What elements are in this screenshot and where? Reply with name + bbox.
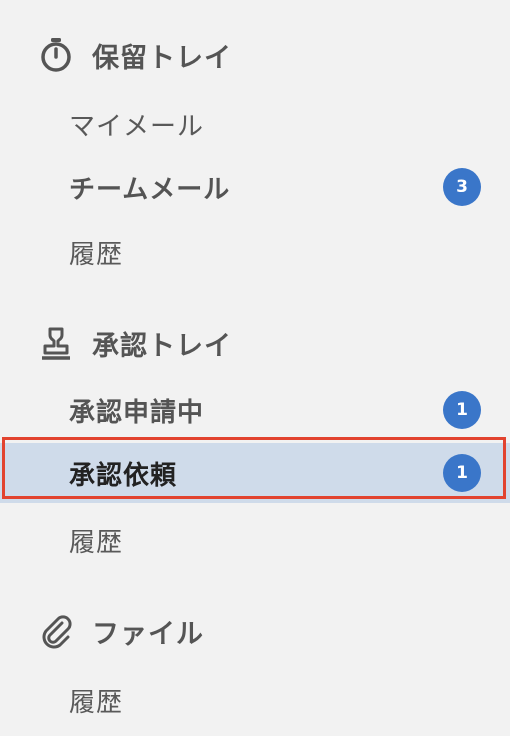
section-title: 承認トレイ: [92, 330, 232, 362]
section-header-hold-tray[interactable]: 保留トレイ: [38, 35, 232, 75]
stopwatch-icon: [38, 37, 74, 73]
menu-item-label: 承認依頼: [69, 460, 178, 491]
menu-item-label: チームメール: [69, 174, 231, 205]
menu-item-label: 履歴: [69, 687, 124, 718]
section-header-approval-tray[interactable]: 承認トレイ: [38, 323, 232, 363]
paperclip-icon: [38, 613, 74, 649]
menu-item-label: マイメール: [69, 111, 205, 142]
section-title: ファイル: [92, 618, 204, 650]
count-badge: 1: [443, 391, 481, 429]
count-badge: 1: [443, 454, 481, 492]
stamp-icon: [38, 325, 74, 361]
menu-item-my-mail[interactable]: マイメール: [0, 94, 510, 154]
count-badge: 3: [443, 168, 481, 206]
menu-item-approval-pending[interactable]: 承認申請中 1: [0, 380, 510, 440]
menu-item-approval-request[interactable]: 承認依頼 1: [0, 443, 510, 503]
section-header-file[interactable]: ファイル: [38, 611, 204, 651]
menu-item-label: 履歴: [69, 239, 124, 270]
menu-item-label: 承認申請中: [69, 397, 205, 428]
menu-item-file-history[interactable]: 履歴: [0, 670, 510, 730]
menu-item-label: 履歴: [69, 527, 124, 558]
menu-item-team-mail[interactable]: チームメール 3: [0, 157, 510, 217]
menu-item-approval-history[interactable]: 履歴: [0, 510, 510, 570]
section-title: 保留トレイ: [92, 42, 232, 74]
menu-item-hold-history[interactable]: 履歴: [0, 222, 510, 282]
